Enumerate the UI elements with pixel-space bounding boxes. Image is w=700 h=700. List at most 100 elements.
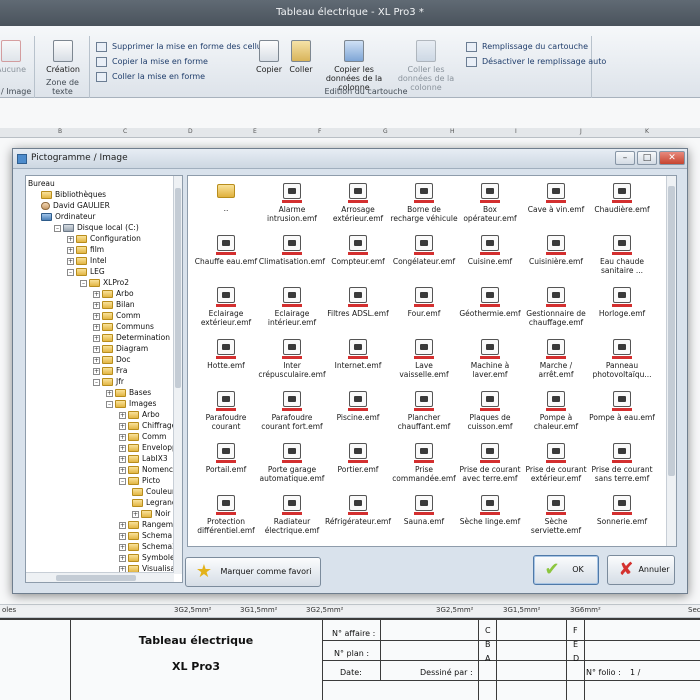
pictogram-item[interactable]: Four.emf	[390, 282, 458, 334]
pictogram-item[interactable]: Filtres ADSL.emf	[324, 282, 392, 334]
none-button[interactable]: Aucune	[0, 40, 36, 74]
pictogram-item[interactable]: Parafoudre courant faible.emf	[192, 386, 260, 438]
expand-icon[interactable]: +	[67, 257, 74, 265]
pictogram-item[interactable]: Protection différentiel.emf	[192, 490, 260, 542]
tree-item[interactable]: + Intel	[67, 255, 107, 266]
tree-scroll-thumb[interactable]	[175, 188, 181, 388]
expand-icon[interactable]: +	[119, 532, 126, 540]
pictogram-item[interactable]: Prise de courant avec terre.emf	[456, 438, 524, 490]
expand-icon[interactable]: +	[93, 301, 100, 309]
collapse-icon[interactable]: –	[80, 279, 87, 287]
pictogram-item[interactable]: Prise de courant sans terre.emf	[588, 438, 656, 490]
expand-icon[interactable]: +	[119, 521, 126, 529]
expand-icon[interactable]: +	[67, 246, 74, 254]
tree-item[interactable]: + Arbo	[93, 288, 134, 299]
pictogram-item[interactable]: Cuisine.emf	[456, 230, 524, 282]
pictogram-item[interactable]: Gestionnaire de chauffage.emf	[522, 282, 590, 334]
minimize-button[interactable]: –	[615, 151, 635, 165]
pictogram-item[interactable]: Borne de recharge véhicule électriq...	[390, 178, 458, 230]
pictogram-item[interactable]: Chaudière.emf	[588, 178, 656, 230]
expand-icon[interactable]: +	[93, 345, 100, 353]
pictogram-item[interactable]: Sauna.emf	[390, 490, 458, 542]
copy-format-button[interactable]: Copier la mise en forme	[96, 55, 208, 69]
pictogram-item[interactable]: Plaques de cuisson.emf	[456, 386, 524, 438]
tree-item[interactable]: Ordinateur	[41, 211, 95, 222]
tree-item[interactable]: – Picto	[119, 475, 160, 486]
pictogram-item[interactable]: Alarme intrusion.emf	[258, 178, 326, 230]
tree-item[interactable]: + film	[67, 244, 104, 255]
pictogram-item[interactable]: Piscine.emf	[324, 386, 392, 438]
tree-item[interactable]: Couleur	[132, 486, 175, 497]
collapse-icon[interactable]: –	[67, 268, 74, 276]
tree-item[interactable]: + Schema	[119, 530, 172, 541]
grid-scroll-thumb[interactable]	[668, 186, 675, 476]
tree-item[interactable]: David GAULIER	[41, 200, 110, 211]
pictogram-item[interactable]: Box opérateur.emf	[456, 178, 524, 230]
tree-item[interactable]: + Schema2	[119, 541, 177, 552]
pictogram-item[interactable]: Eau chaude sanitaire ...	[588, 230, 656, 282]
pictogram-item[interactable]: Eclairage extérieur.emf	[192, 282, 260, 334]
pictogram-item[interactable]: Pompe à chaleur.emf	[522, 386, 590, 438]
collapse-icon[interactable]: –	[54, 224, 61, 232]
pictogram-item[interactable]: Compteur.emf	[324, 230, 392, 282]
expand-icon[interactable]: +	[106, 389, 113, 397]
expand-icon[interactable]: +	[119, 444, 126, 452]
pictogram-item[interactable]: Horloge.emf	[588, 282, 656, 334]
tree-item[interactable]: + Chiffrage	[119, 420, 176, 431]
pictogram-item[interactable]: Arrosage extérieur.emf	[324, 178, 392, 230]
tree-item[interactable]: + Bases	[106, 387, 151, 398]
tree-item[interactable]: Legrand	[132, 497, 177, 508]
tree-item[interactable]: + Comm	[93, 310, 140, 321]
close-button[interactable]: ✕	[659, 151, 685, 165]
pictogram-item[interactable]: Marche / arrêt.emf	[522, 334, 590, 386]
pictogram-item[interactable]: Inter crépusculaire.emf	[258, 334, 326, 386]
pictogram-item[interactable]: Portail.emf	[192, 438, 260, 490]
tree-item[interactable]: + Bilan	[93, 299, 135, 310]
tree-item[interactable]: + Doc	[93, 354, 131, 365]
mark-favorite-button[interactable]: ★ Marquer comme favori	[185, 557, 321, 587]
pictogram-item[interactable]: Cuisinière.emf	[522, 230, 590, 282]
pictogram-item[interactable]: Portier.emf	[324, 438, 392, 490]
pictogram-item[interactable]: Chauffe eau.emf	[192, 230, 260, 282]
copy-column-data-button[interactable]: Copier les données de la colonne	[318, 40, 390, 92]
pictogram-item[interactable]: Panneau photovoltaïqu...	[588, 334, 656, 386]
expand-icon[interactable]: +	[119, 543, 126, 551]
tree-item[interactable]: + Configuration	[67, 233, 141, 244]
tree-item[interactable]: Bureau	[28, 178, 55, 189]
pictogram-item[interactable]: Géothermie.emf	[456, 282, 524, 334]
tree-item[interactable]: + Fra	[93, 365, 127, 376]
pictogram-item[interactable]: Machine à laver.emf	[456, 334, 524, 386]
tree-item[interactable]: – Images	[106, 398, 156, 409]
pictogram-item[interactable]: Pompe à eau.emf	[588, 386, 656, 438]
pictogram-item[interactable]: Prise de courant extérieur.emf	[522, 438, 590, 490]
pictogram-item[interactable]: Cave à vin.emf	[522, 178, 590, 230]
tree-vertical-scrollbar[interactable]	[173, 176, 182, 574]
pictogram-item[interactable]: Hotte.emf	[192, 334, 260, 386]
tree-item[interactable]: – Jfr	[93, 376, 124, 387]
disable-autofill-button[interactable]: Désactiver le remplissage auto	[466, 55, 606, 69]
expand-icon[interactable]: +	[119, 554, 126, 562]
expand-icon[interactable]: +	[93, 323, 100, 331]
pictogram-item[interactable]: Internet.emf	[324, 334, 392, 386]
expand-icon[interactable]: +	[119, 422, 126, 430]
expand-icon[interactable]: +	[119, 455, 126, 463]
collapse-icon[interactable]: –	[93, 378, 100, 386]
expand-icon[interactable]: +	[119, 466, 126, 474]
expand-icon[interactable]: +	[93, 312, 100, 320]
pictogram-item[interactable]: Réfrigérateur.emf	[324, 490, 392, 542]
expand-icon[interactable]: +	[93, 290, 100, 298]
expand-icon[interactable]: +	[67, 235, 74, 243]
expand-icon[interactable]: +	[132, 510, 139, 518]
expand-icon[interactable]: +	[93, 334, 100, 342]
tree-item[interactable]: Bibliothèques	[41, 189, 106, 200]
fill-cartouche-button[interactable]: Remplissage du cartouche	[466, 40, 588, 54]
expand-icon[interactable]: +	[93, 356, 100, 364]
pictogram-item[interactable]: Porte garage automatique.emf	[258, 438, 326, 490]
pictogram-item[interactable]: Radiateur électrique.emf	[258, 490, 326, 542]
collapse-icon[interactable]: –	[106, 400, 113, 408]
paste-column-data-button[interactable]: Coller les données de la colonne	[390, 40, 462, 92]
create-button[interactable]: Création	[38, 40, 88, 74]
tree-item[interactable]: + LabIX3	[119, 453, 168, 464]
pictogram-item[interactable]: Lave vaisselle.emf	[390, 334, 458, 386]
parent-folder-item[interactable]: ..	[192, 178, 260, 230]
